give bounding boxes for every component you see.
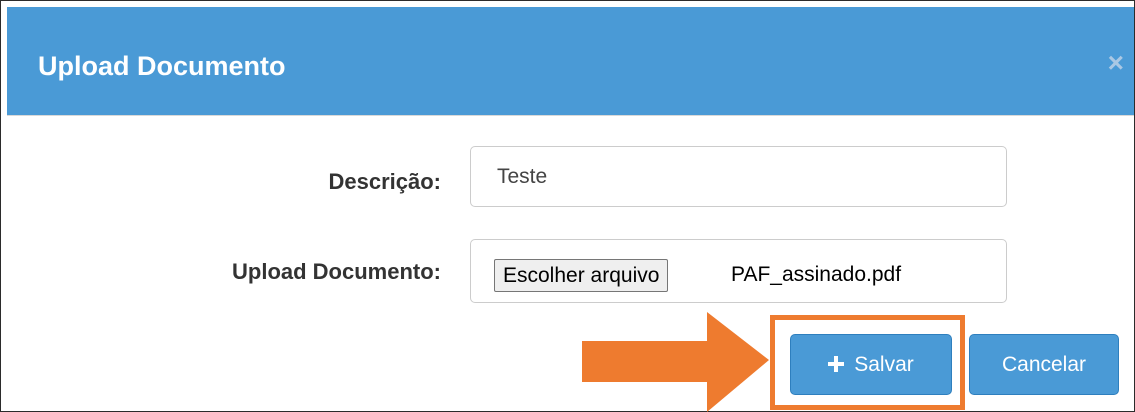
file-upload-field: Escolher arquivo PAF_assinado.pdf xyxy=(470,239,1007,303)
annotation-arrow xyxy=(582,312,769,412)
cancel-button[interactable]: Cancelar xyxy=(969,334,1119,395)
arrow-shape xyxy=(582,312,769,412)
description-input[interactable] xyxy=(470,146,1007,207)
modal-header: Upload Documento × xyxy=(7,7,1134,116)
description-label: Descrição: xyxy=(328,169,441,194)
modal-title: Upload Documento xyxy=(38,51,286,81)
upload-label: Upload Documento: xyxy=(232,259,441,284)
selected-file-name: PAF_assinado.pdf xyxy=(731,263,902,286)
choose-file-button[interactable]: Escolher arquivo xyxy=(494,259,669,292)
close-icon[interactable]: × xyxy=(1108,49,1124,77)
save-highlight-box xyxy=(770,315,965,410)
